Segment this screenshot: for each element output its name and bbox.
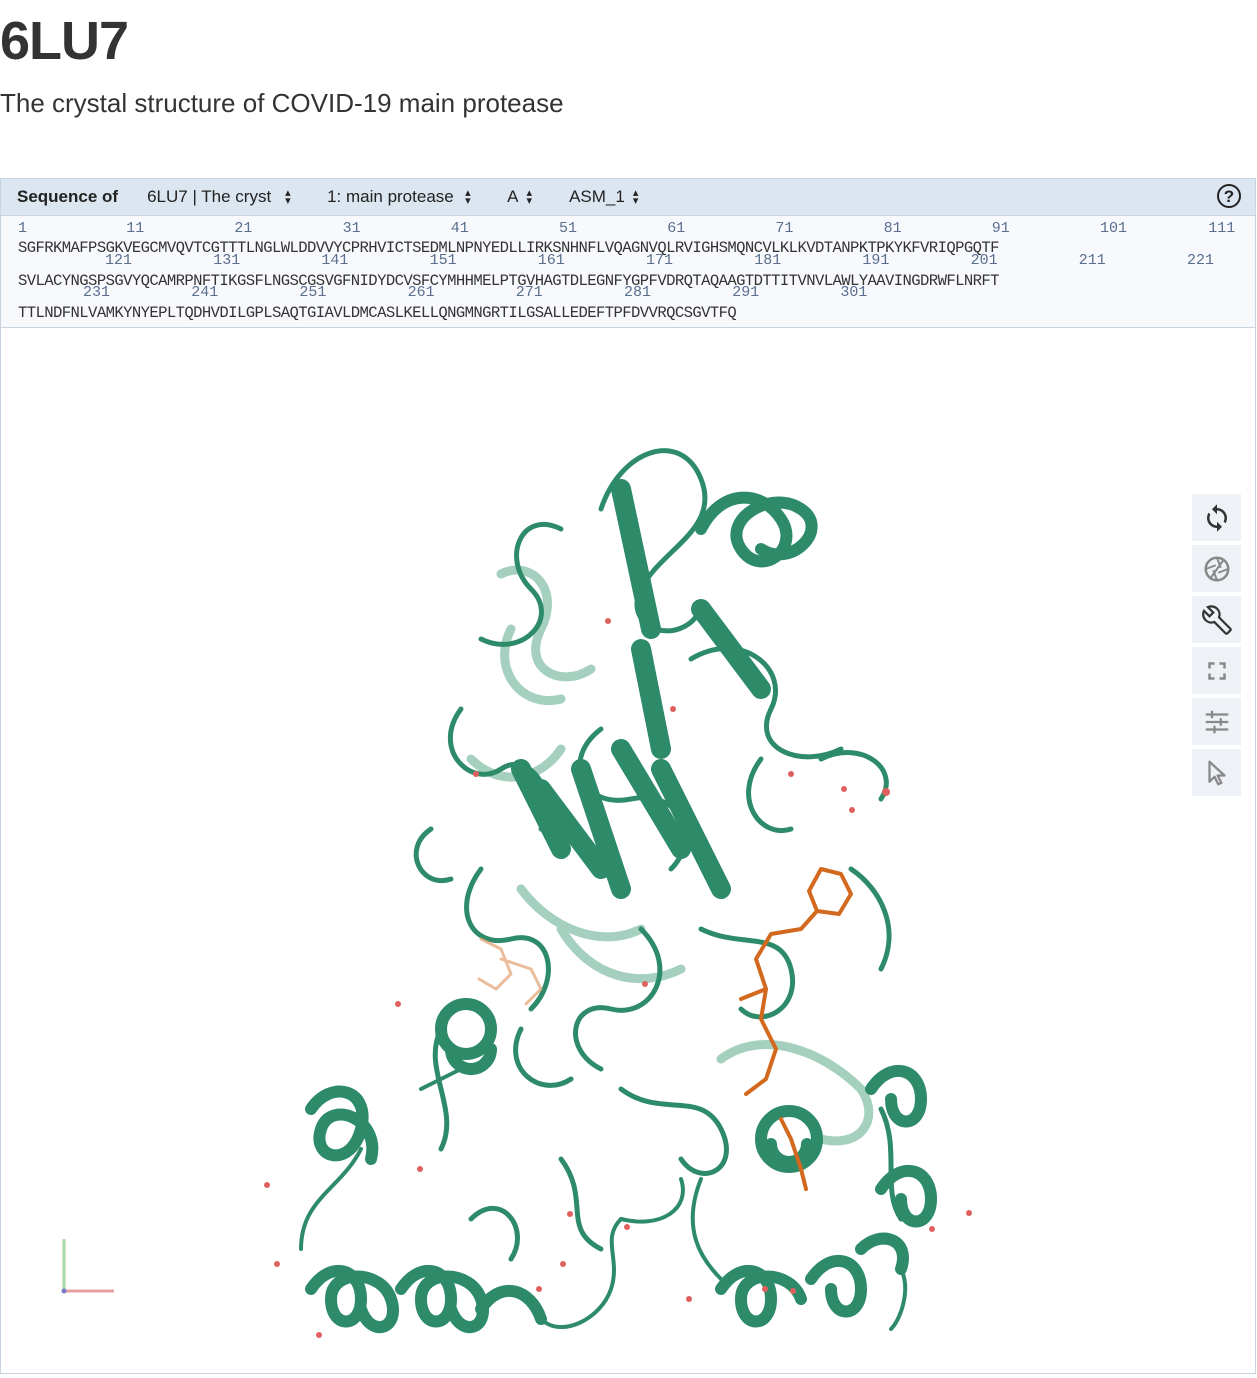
wrench-icon bbox=[1201, 604, 1232, 635]
chain-select[interactable]: A ▴ ▾ bbox=[507, 187, 541, 207]
camera-shutter-icon bbox=[1204, 556, 1229, 581]
settings-button[interactable] bbox=[1192, 698, 1241, 745]
residue-number: 271 bbox=[515, 284, 543, 301]
entity-select[interactable]: 1: main protease ▴ ▾ bbox=[327, 187, 479, 207]
selection-mode-button[interactable] bbox=[1192, 749, 1241, 796]
viewer-toolbar bbox=[1192, 494, 1241, 800]
chevron-updown-icon: ▴ ▾ bbox=[526, 187, 532, 207]
residue-number: 81 bbox=[883, 220, 902, 237]
residue-number: 61 bbox=[667, 220, 686, 237]
z-axis-indicator bbox=[61, 1288, 67, 1294]
residue-number: 281 bbox=[624, 284, 652, 301]
residue-number: 161 bbox=[537, 252, 565, 269]
sequence-panel[interactable]: 1 11 21 31 41 51 61 71 81 91 101 111 SGFRKMAFPSGKVE… bbox=[1, 216, 1255, 328]
residue-number: 141 bbox=[321, 252, 349, 269]
residue-number: 31 bbox=[342, 220, 361, 237]
residue-number: 151 bbox=[429, 252, 457, 269]
structure-canvas[interactable] bbox=[1, 329, 1255, 1373]
chevron-updown-icon: ▴ ▾ bbox=[632, 187, 639, 207]
residue-number: 181 bbox=[754, 252, 782, 269]
chevron-updown-icon: ▴ ▾ bbox=[465, 187, 471, 207]
molecule-viewer: Sequence of 6LU7 | The cryst ▴ ▾ 1: main … bbox=[0, 178, 1256, 1374]
residue-number: 41 bbox=[450, 220, 469, 237]
residue-number: 11 bbox=[126, 220, 145, 237]
residue-number: 241 bbox=[191, 284, 219, 301]
residue-number: 101 bbox=[1100, 220, 1128, 237]
screenshot-button[interactable] bbox=[1192, 545, 1241, 592]
residue-number: 1 bbox=[18, 220, 28, 237]
chevron-updown-icon: ▴ ▾ bbox=[285, 187, 291, 207]
protein-cartoon[interactable] bbox=[1, 329, 1255, 1373]
assembly-select[interactable]: ASM_1 ▴ ▾ bbox=[569, 187, 653, 207]
residue-number: 21 bbox=[234, 220, 253, 237]
residue-number: 231 bbox=[83, 284, 111, 301]
page-subtitle: The crystal structure of COVID-19 main p… bbox=[0, 88, 564, 118]
residue-number: 121 bbox=[105, 252, 133, 269]
residue-number: 251 bbox=[299, 284, 327, 301]
spin-toggle-button[interactable] bbox=[1192, 494, 1241, 541]
residue-number: 261 bbox=[407, 284, 435, 301]
residue-number: 171 bbox=[646, 252, 674, 269]
cursor-icon bbox=[1207, 760, 1226, 785]
residue-number: 91 bbox=[991, 220, 1010, 237]
residue-number: 71 bbox=[775, 220, 794, 237]
residue-number: 211 bbox=[1078, 252, 1106, 269]
sequence-line-3[interactable]: TTLNDFNLVAMKYNYEPLTQDHVDILGPLSAQTGIAVLDM… bbox=[18, 304, 737, 322]
sync-icon bbox=[1206, 503, 1227, 532]
sequence-line-1[interactable]: SGFRKMAFPSGKVEGCMVQVTCGTTTLNGLWLDDVVYCPR… bbox=[18, 239, 999, 257]
residue-number: 291 bbox=[732, 284, 760, 301]
entry-select[interactable]: 6LU7 | The cryst ▴ ▾ bbox=[147, 187, 299, 207]
residue-number: 131 bbox=[213, 252, 241, 269]
residue-number: 191 bbox=[862, 252, 890, 269]
expand-icon bbox=[1207, 661, 1226, 680]
residue-number: 51 bbox=[559, 220, 578, 237]
residue-number: 301 bbox=[840, 284, 868, 301]
sequence-label: Sequence of bbox=[17, 187, 119, 206]
fullscreen-button[interactable] bbox=[1192, 647, 1241, 694]
residue-number: 201 bbox=[970, 252, 998, 269]
sequence-header: Sequence of 6LU7 | The cryst ▴ ▾ 1: main … bbox=[1, 179, 1255, 216]
residue-number: 221 bbox=[1187, 252, 1215, 269]
controls-button[interactable] bbox=[1192, 596, 1241, 643]
sliders-icon bbox=[1205, 710, 1228, 733]
help-icon[interactable]: ? bbox=[1217, 184, 1241, 208]
residue-number: 111 bbox=[1208, 220, 1236, 237]
page-title: 6LU7 bbox=[0, 11, 129, 71]
